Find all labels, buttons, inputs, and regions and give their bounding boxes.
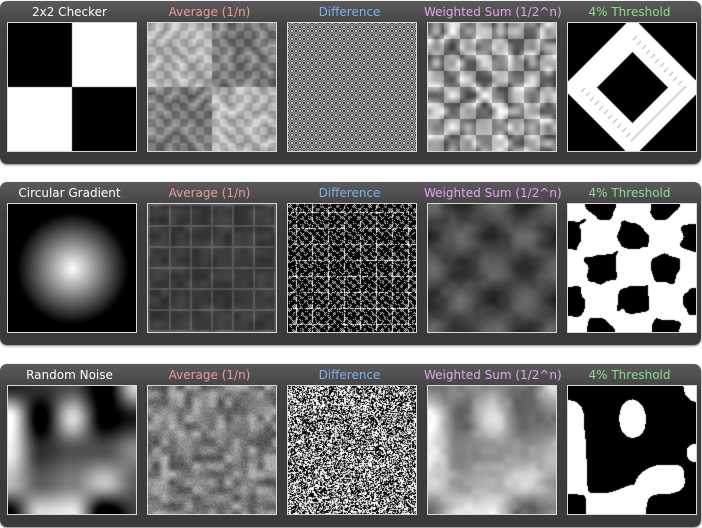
weighted-cell: Weighted Sum (1/2^n) — [424, 364, 562, 527]
threshold-title: 4% Threshold — [588, 5, 671, 19]
difference-image — [288, 23, 416, 151]
source-cell: Circular Gradient — [4, 182, 137, 345]
threshold-cell: 4% Threshold — [564, 364, 697, 527]
difference-cell: Difference — [284, 182, 417, 345]
threshold-cell: 4% Threshold — [564, 182, 697, 345]
source-image — [8, 23, 136, 151]
weighted-title: Weighted Sum (1/2^n) — [424, 186, 562, 200]
difference-title: Difference — [318, 368, 381, 382]
weighted-cell: Weighted Sum (1/2^n) — [424, 182, 562, 345]
average-cell: Average (1/n) — [144, 1, 277, 164]
difference-image — [288, 204, 416, 332]
source-title: 2x2 Checker — [32, 5, 107, 19]
average-title: Average (1/n) — [168, 186, 251, 200]
threshold-title: 4% Threshold — [588, 368, 671, 382]
source-title: Random Noise — [26, 368, 113, 382]
average-image — [148, 386, 276, 514]
threshold-image — [568, 386, 696, 514]
average-cell: Average (1/n) — [144, 182, 277, 345]
difference-cell: Difference — [284, 364, 417, 527]
average-cell: Average (1/n) — [144, 364, 277, 527]
weighted-title: Weighted Sum (1/2^n) — [424, 368, 562, 382]
weighted-image — [428, 204, 556, 332]
weighted-cell: Weighted Sum (1/2^n) — [424, 1, 562, 164]
weighted-title: Weighted Sum (1/2^n) — [424, 5, 562, 19]
source-image — [8, 204, 136, 332]
difference-title: Difference — [318, 186, 381, 200]
weighted-image — [428, 23, 556, 151]
threshold-title: 4% Threshold — [588, 186, 671, 200]
average-image — [148, 204, 276, 332]
row-checker: 2x2 Checker Average (1/n) Difference Wei… — [0, 1, 701, 164]
source-cell: Random Noise — [4, 364, 137, 527]
difference-cell: Difference — [284, 1, 417, 164]
row-noise: Random Noise Average (1/n) Difference We… — [0, 364, 701, 527]
difference-image — [288, 386, 416, 514]
average-title: Average (1/n) — [168, 368, 251, 382]
threshold-image — [568, 23, 696, 151]
source-cell: 2x2 Checker — [4, 1, 137, 164]
average-title: Average (1/n) — [168, 5, 251, 19]
average-image — [148, 23, 276, 151]
threshold-image — [568, 204, 696, 332]
source-image — [8, 386, 136, 514]
threshold-cell: 4% Threshold — [564, 1, 697, 164]
row-gradient: Circular Gradient Average (1/n) Differen… — [0, 182, 701, 345]
difference-title: Difference — [318, 5, 381, 19]
weighted-image — [428, 386, 556, 514]
source-title: Circular Gradient — [18, 186, 121, 200]
